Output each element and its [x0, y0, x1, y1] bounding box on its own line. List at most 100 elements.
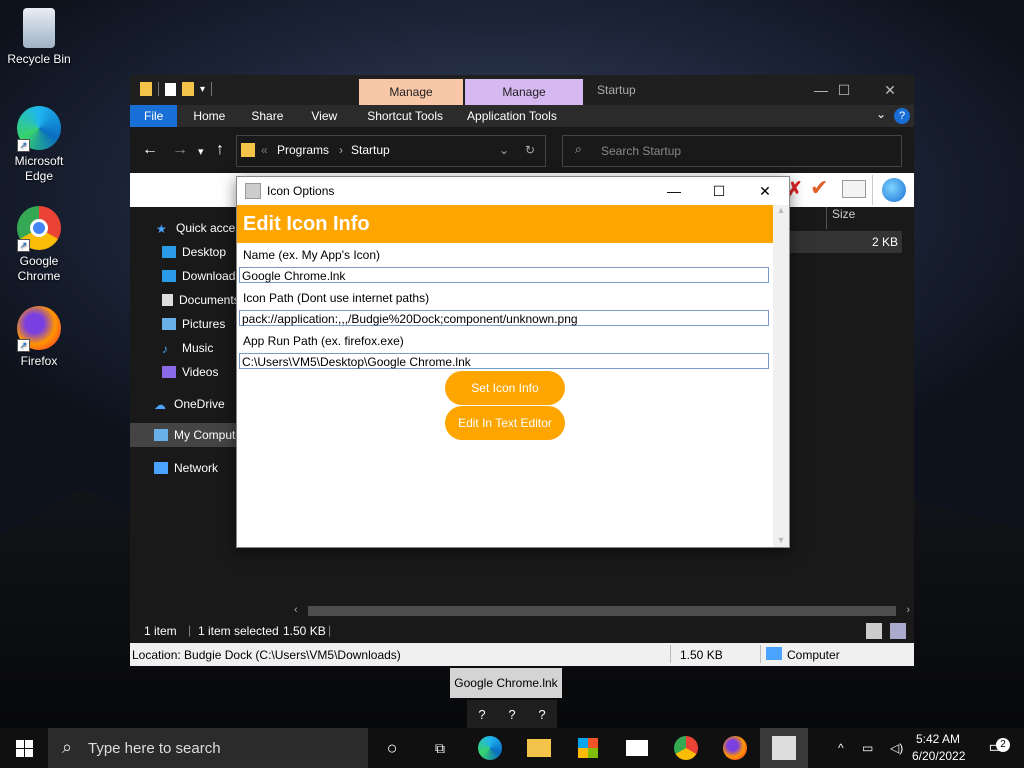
- sidebar-item-quick-access[interactable]: ★ Quick access: [156, 221, 247, 236]
- sidebar-item-network[interactable]: Network: [154, 461, 218, 475]
- properties-icon[interactable]: [165, 82, 176, 96]
- desktop-icon-edge[interactable]: ↗ Microsoft Edge: [4, 106, 74, 184]
- vertical-scrollbar[interactable]: ▲ ▼: [773, 205, 789, 547]
- status-bar: 1 item | 1 item selected 1.50 KB |: [130, 619, 914, 643]
- breadcrumb-startup[interactable]: Startup: [351, 143, 390, 157]
- tab-shortcut-tools[interactable]: Shortcut Tools: [351, 105, 455, 127]
- tab-view[interactable]: View: [297, 105, 351, 127]
- task-view-icon[interactable]: ⧉: [416, 728, 464, 768]
- cortana-icon[interactable]: ○: [368, 728, 416, 768]
- sidebar-item-label: Desktop: [182, 245, 227, 259]
- breadcrumb-overflow[interactable]: «: [261, 143, 268, 157]
- set-icon-info-button[interactable]: Set Icon Info: [445, 371, 565, 405]
- desktop-icon-label: Firefox: [20, 354, 58, 368]
- edit-in-text-editor-button[interactable]: Edit In Text Editor: [445, 406, 565, 440]
- dock-item-unknown[interactable]: ?: [538, 707, 545, 722]
- back-arrow-icon[interactable]: ←: [142, 141, 158, 159]
- column-header-size[interactable]: Size: [832, 207, 855, 221]
- scroll-down-icon[interactable]: ▼: [773, 535, 789, 545]
- dock-bar: ? ? ?: [467, 700, 557, 728]
- folder-icon[interactable]: [140, 82, 152, 96]
- sidebar-item-music[interactable]: ♪ Music: [162, 341, 213, 356]
- scrollbar-thumb[interactable]: [308, 606, 896, 616]
- budgie-icon: [772, 736, 796, 760]
- tab-manage-shortcut[interactable]: Manage: [359, 79, 463, 105]
- desktop-icon-recycle-bin[interactable]: Recycle Bin: [4, 8, 74, 67]
- window-icon[interactable]: [842, 180, 866, 198]
- search-input[interactable]: ⌕ Search Startup: [562, 135, 902, 167]
- network-icon[interactable]: ▭: [862, 728, 873, 768]
- dock-item-unknown[interactable]: ?: [478, 707, 485, 722]
- dock-item-unknown[interactable]: ?: [508, 707, 515, 722]
- sidebar-item-pictures[interactable]: Pictures: [162, 317, 225, 331]
- start-button[interactable]: [0, 728, 48, 768]
- folder-icon: [527, 739, 551, 757]
- star-icon: ★: [156, 222, 167, 236]
- quick-access-toolbar: ▾: [140, 82, 213, 96]
- tab-home[interactable]: Home: [177, 105, 237, 127]
- selected-size: 1.50 KB: [283, 624, 326, 638]
- run-path-label: App Run Path (ex. firefox.exe): [243, 334, 404, 348]
- taskbar-budgie-dock[interactable]: [760, 728, 808, 768]
- desktop-icon-chrome[interactable]: ↗ Google Chrome: [4, 206, 74, 284]
- minimize-button[interactable]: —: [651, 177, 697, 205]
- sidebar-item-documents[interactable]: Documents: [162, 293, 240, 307]
- scroll-left-icon[interactable]: ‹: [294, 604, 298, 616]
- forward-arrow-icon[interactable]: →: [172, 141, 188, 159]
- desktop-icon-label: Recycle Bin: [7, 52, 71, 66]
- sidebar-item-downloads[interactable]: Downloads: [162, 269, 241, 283]
- network-icon: [154, 462, 168, 474]
- firefox-icon: [723, 736, 747, 760]
- name-label: Name (ex. My App's Icon): [243, 248, 381, 262]
- clock[interactable]: 5:42 AM 6/20/2022: [912, 731, 965, 765]
- checkmark-icon[interactable]: ✔: [810, 175, 828, 201]
- maximize-button[interactable]: ☐: [821, 75, 867, 105]
- globe-icon[interactable]: [882, 178, 906, 202]
- taskbar-search-input[interactable]: ⌕ Type here to search: [48, 728, 368, 768]
- help-icon[interactable]: ?: [894, 108, 910, 124]
- volume-icon[interactable]: ◁): [890, 728, 903, 768]
- download-icon: [162, 270, 176, 282]
- sidebar-item-desktop[interactable]: Desktop: [162, 245, 226, 259]
- divider: [211, 82, 213, 96]
- name-field[interactable]: Google Chrome.lnk: [239, 267, 769, 283]
- tab-file[interactable]: File: [130, 105, 178, 127]
- refresh-icon[interactable]: ↻: [525, 143, 535, 157]
- chevron-down-icon[interactable]: ⌄: [499, 143, 509, 157]
- folder-icon: [241, 143, 255, 157]
- desktop-icon-firefox[interactable]: ↗ Firefox: [4, 306, 74, 369]
- horizontal-scrollbar[interactable]: ‹ ›: [290, 603, 914, 619]
- chevron-down-icon[interactable]: ⌄: [876, 107, 886, 121]
- scroll-up-icon[interactable]: ▲: [773, 205, 789, 215]
- taskbar-firefox[interactable]: [711, 728, 759, 768]
- show-hidden-icons-chevron[interactable]: ^: [838, 728, 844, 768]
- up-arrow-icon[interactable]: ↑: [216, 141, 224, 159]
- taskbar-file-explorer[interactable]: [515, 728, 563, 768]
- taskbar-edge[interactable]: [466, 728, 514, 768]
- close-button[interactable]: ✕: [867, 75, 913, 105]
- tab-share[interactable]: Share: [237, 105, 297, 127]
- notification-center-icon[interactable]: ▭2: [984, 728, 1010, 768]
- scroll-right-icon[interactable]: ›: [906, 604, 910, 616]
- selected-count: 1 item selected: [198, 624, 279, 638]
- details-view-icon[interactable]: [866, 623, 882, 639]
- recent-chevron-icon[interactable]: ▾: [198, 145, 204, 158]
- large-icons-view-icon[interactable]: [890, 623, 906, 639]
- sidebar-item-onedrive[interactable]: ☁ OneDrive: [154, 397, 225, 412]
- run-path-field[interactable]: C:\Users\VM5\Desktop\Google Chrome.lnk: [239, 353, 769, 369]
- address-bar[interactable]: « Programs › Startup ⌄ ↻: [236, 135, 546, 167]
- icon-path-field[interactable]: pack://application:,,,/Budgie%20Dock;com…: [239, 310, 769, 326]
- chevron-down-icon[interactable]: ▾: [200, 84, 205, 95]
- tab-manage-application[interactable]: Manage: [465, 79, 583, 105]
- sidebar-item-videos[interactable]: Videos: [162, 365, 218, 379]
- taskbar-store[interactable]: [564, 728, 612, 768]
- taskbar-mail[interactable]: [613, 728, 661, 768]
- new-folder-icon[interactable]: [182, 82, 194, 96]
- maximize-button[interactable]: ☐: [696, 177, 742, 205]
- tab-application-tools[interactable]: Application Tools: [455, 105, 569, 127]
- taskbar-chrome[interactable]: [662, 728, 710, 768]
- video-icon: [162, 366, 176, 378]
- music-icon: ♪: [162, 342, 168, 356]
- close-button[interactable]: ✕: [742, 177, 788, 205]
- breadcrumb-programs[interactable]: Programs: [277, 143, 329, 157]
